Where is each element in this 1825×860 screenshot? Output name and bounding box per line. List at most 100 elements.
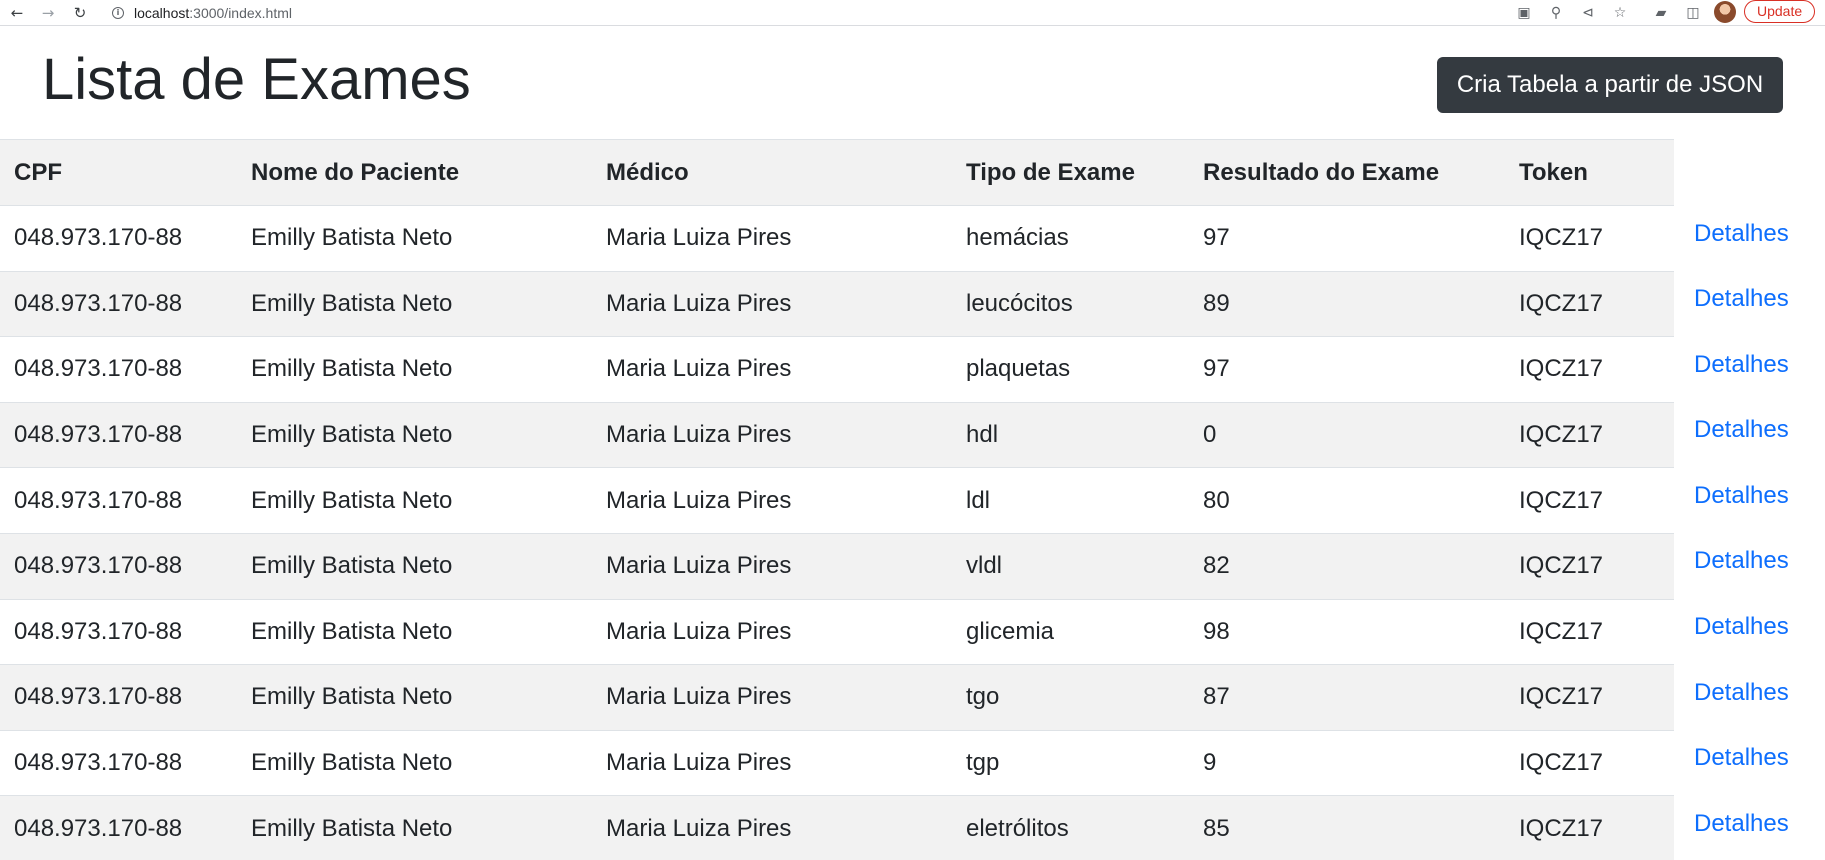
header-tipo-exame: Tipo de Exame xyxy=(952,139,1189,206)
cell-token: IQCZ17 xyxy=(1505,795,1674,860)
cell-medico: Maria Luiza Pires xyxy=(592,795,952,860)
table-row: 048.973.170-88 Emilly Batista Neto Maria… xyxy=(0,599,1825,666)
forward-arrow-icon[interactable]: → xyxy=(37,2,59,24)
cell-paciente: Emilly Batista Neto xyxy=(237,664,592,731)
cell-medico: Maria Luiza Pires xyxy=(592,205,952,272)
details-link[interactable]: Detalhes xyxy=(1694,285,1789,312)
zoom-icon[interactable]: ⚲ xyxy=(1545,2,1567,24)
cell-resultado: 89 xyxy=(1189,271,1505,338)
cell-tipo: plaquetas xyxy=(952,336,1189,403)
cell-cpf: 048.973.170-88 xyxy=(0,533,237,600)
cell-paciente: Emilly Batista Neto xyxy=(237,730,592,797)
header-medico: Médico xyxy=(592,139,952,206)
table-row: 048.973.170-88 Emilly Batista Neto Maria… xyxy=(0,664,1825,731)
cell-resultado: 85 xyxy=(1189,795,1505,860)
cell-resultado: 97 xyxy=(1189,205,1505,272)
cell-cpf: 048.973.170-88 xyxy=(0,467,237,534)
details-link[interactable]: Detalhes xyxy=(1694,351,1789,378)
cell-cpf: 048.973.170-88 xyxy=(0,730,237,797)
details-link[interactable]: Detalhes xyxy=(1694,810,1789,837)
address-bar[interactable]: i localhost:3000/index.html xyxy=(104,1,1499,24)
cell-medico: Maria Luiza Pires xyxy=(592,664,952,731)
site-info-icon[interactable]: i xyxy=(112,6,124,19)
reload-icon[interactable]: ↻ xyxy=(69,2,91,24)
exams-table: CPF Nome do Paciente Médico Tipo de Exam… xyxy=(0,139,1825,860)
cell-paciente: Emilly Batista Neto xyxy=(237,402,592,469)
cell-token: IQCZ17 xyxy=(1505,533,1674,600)
cell-cpf: 048.973.170-88 xyxy=(0,599,237,666)
cell-medico: Maria Luiza Pires xyxy=(592,271,952,338)
table-row: 048.973.170-88 Emilly Batista Neto Maria… xyxy=(0,336,1825,403)
url-host: localhost xyxy=(134,4,190,21)
details-link[interactable]: Detalhes xyxy=(1694,613,1789,640)
header-actions xyxy=(1674,139,1825,206)
cell-tipo: hemácias xyxy=(952,205,1189,272)
cell-tipo: vldl xyxy=(952,533,1189,600)
update-button[interactable]: Update xyxy=(1744,0,1816,23)
cell-token: IQCZ17 xyxy=(1505,205,1674,272)
cell-medico: Maria Luiza Pires xyxy=(592,402,952,469)
cell-paciente: Emilly Batista Neto xyxy=(237,467,592,534)
table-row: 048.973.170-88 Emilly Batista Neto Maria… xyxy=(0,467,1825,534)
cell-cpf: 048.973.170-88 xyxy=(0,336,237,403)
table-row: 048.973.170-88 Emilly Batista Neto Maria… xyxy=(0,205,1825,272)
cell-token: IQCZ17 xyxy=(1505,271,1674,338)
cell-tipo: leucócitos xyxy=(952,271,1189,338)
cell-tipo: hdl xyxy=(952,402,1189,469)
create-table-from-json-button[interactable]: Cria Tabela a partir de JSON xyxy=(1437,57,1783,113)
cell-tipo: tgo xyxy=(952,664,1189,731)
table-row: 048.973.170-88 Emilly Batista Neto Maria… xyxy=(0,402,1825,469)
cell-token: IQCZ17 xyxy=(1505,467,1674,534)
cell-medico: Maria Luiza Pires xyxy=(592,336,952,403)
cell-tipo: ldl xyxy=(952,467,1189,534)
header-nome-paciente: Nome do Paciente xyxy=(237,139,592,206)
extensions-icon[interactable]: ▰ xyxy=(1650,2,1672,24)
cell-cpf: 048.973.170-88 xyxy=(0,402,237,469)
cell-paciente: Emilly Batista Neto xyxy=(237,533,592,600)
cell-resultado: 87 xyxy=(1189,664,1505,731)
cell-resultado: 9 xyxy=(1189,730,1505,797)
cell-cpf: 048.973.170-88 xyxy=(0,271,237,338)
cell-paciente: Emilly Batista Neto xyxy=(237,599,592,666)
details-link[interactable]: Detalhes xyxy=(1694,547,1789,574)
share-icon[interactable]: ⊲ xyxy=(1577,2,1599,24)
cell-paciente: Emilly Batista Neto xyxy=(237,336,592,403)
header-token: Token xyxy=(1505,139,1674,206)
details-link[interactable]: Detalhes xyxy=(1694,679,1789,706)
cell-medico: Maria Luiza Pires xyxy=(592,467,952,534)
table-row: 048.973.170-88 Emilly Batista Neto Maria… xyxy=(0,533,1825,600)
details-link[interactable]: Detalhes xyxy=(1694,416,1789,443)
table-header-row: CPF Nome do Paciente Médico Tipo de Exam… xyxy=(0,139,1825,206)
browser-toolbar: ← → ↻ i localhost:3000/index.html ▣ ⚲ ⊲ … xyxy=(0,0,1825,26)
translate-icon[interactable]: ▣ xyxy=(1513,2,1535,24)
side-panel-icon[interactable]: ◫ xyxy=(1682,2,1704,24)
table-row: 048.973.170-88 Emilly Batista Neto Maria… xyxy=(0,271,1825,338)
cell-cpf: 048.973.170-88 xyxy=(0,205,237,272)
details-link[interactable]: Detalhes xyxy=(1694,482,1789,509)
cell-tipo: eletrólitos xyxy=(952,795,1189,860)
cell-resultado: 98 xyxy=(1189,599,1505,666)
cell-token: IQCZ17 xyxy=(1505,402,1674,469)
cell-tipo: glicemia xyxy=(952,599,1189,666)
url-path: :3000/index.html xyxy=(189,4,292,21)
bookmark-star-icon[interactable]: ☆ xyxy=(1609,2,1631,24)
cell-tipo: tgp xyxy=(952,730,1189,797)
cell-cpf: 048.973.170-88 xyxy=(0,664,237,731)
cell-paciente: Emilly Batista Neto xyxy=(237,205,592,272)
cell-paciente: Emilly Batista Neto xyxy=(237,795,592,860)
table-row: 048.973.170-88 Emilly Batista Neto Maria… xyxy=(0,795,1825,860)
back-arrow-icon[interactable]: ← xyxy=(6,2,28,24)
table-row: 048.973.170-88 Emilly Batista Neto Maria… xyxy=(0,730,1825,797)
header-resultado-exame: Resultado do Exame xyxy=(1189,139,1505,206)
cell-medico: Maria Luiza Pires xyxy=(592,730,952,797)
cell-resultado: 80 xyxy=(1189,467,1505,534)
cell-token: IQCZ17 xyxy=(1505,336,1674,403)
cell-token: IQCZ17 xyxy=(1505,664,1674,731)
cell-resultado: 0 xyxy=(1189,402,1505,469)
cell-medico: Maria Luiza Pires xyxy=(592,599,952,666)
details-link[interactable]: Detalhes xyxy=(1694,744,1789,771)
details-link[interactable]: Detalhes xyxy=(1694,220,1789,247)
header-cpf: CPF xyxy=(0,139,237,206)
profile-avatar[interactable] xyxy=(1714,1,1736,23)
cell-token: IQCZ17 xyxy=(1505,599,1674,666)
